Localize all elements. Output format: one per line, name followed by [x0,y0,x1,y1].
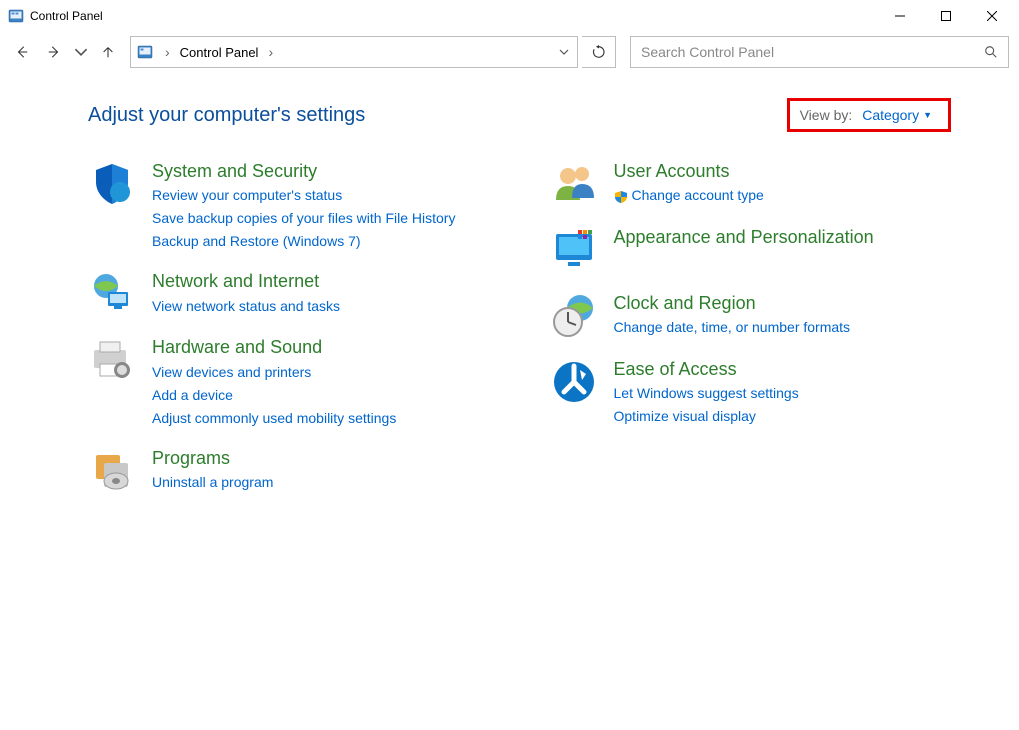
category-title[interactable]: Clock and Region [614,292,851,315]
printer-icon [88,336,136,384]
refresh-button[interactable] [582,36,616,68]
clock-globe-icon [550,292,598,340]
back-button[interactable] [8,38,36,66]
link-uninstall[interactable]: Uninstall a program [152,472,273,493]
window-controls [877,0,1015,32]
content-area: Adjust your computer's settings View by:… [0,72,1019,495]
view-by-highlight: View by: Category ▼ [787,98,951,132]
link-change-account-type[interactable]: Change account type [614,185,764,206]
link-devices-printers[interactable]: View devices and printers [152,362,396,383]
category-hardware: Hardware and Sound View devices and prin… [88,336,510,428]
link-review-status[interactable]: Review your computer's status [152,185,455,206]
address-bar[interactable]: › Control Panel › [130,36,578,68]
view-by-value: Category [862,107,919,123]
category-ease-of-access: Ease of Access Let Windows suggest setti… [550,358,972,427]
link-backup-restore[interactable]: Backup and Restore (Windows 7) [152,231,455,252]
ease-of-access-icon [550,358,598,406]
breadcrumb-root[interactable]: Control Panel [176,37,263,67]
category-title[interactable]: Hardware and Sound [152,336,396,359]
users-icon [550,160,598,208]
category-user-accounts: User Accounts Change account type [550,160,972,208]
link-mobility[interactable]: Adjust commonly used mobility settings [152,408,396,429]
category-appearance: Appearance and Personalization [550,226,972,274]
view-by-label: View by: [800,107,853,123]
category-title[interactable]: System and Security [152,160,455,183]
chevron-right-icon[interactable]: › [159,37,176,67]
programs-icon [88,447,136,495]
close-button[interactable] [969,0,1015,32]
category-system-security: System and Security Review your computer… [88,160,510,252]
page-heading: Adjust your computer's settings [88,104,365,127]
search-box[interactable] [630,36,1009,68]
up-button[interactable] [94,38,122,66]
address-dropdown[interactable] [551,37,577,67]
shield-icon [88,160,136,208]
recent-dropdown[interactable] [72,38,90,66]
link-add-device[interactable]: Add a device [152,385,396,406]
title-bar: Control Panel [0,0,1019,32]
search-input[interactable] [631,37,974,67]
control-panel-icon [8,8,24,24]
minimize-button[interactable] [877,0,923,32]
navigation-bar: › Control Panel › [0,32,1019,72]
link-file-history[interactable]: Save backup copies of your files with Fi… [152,208,455,229]
window-title: Control Panel [30,9,103,23]
link-suggest-settings[interactable]: Let Windows suggest settings [614,383,799,404]
control-panel-icon [131,37,159,67]
monitor-icon [550,226,598,274]
category-title[interactable]: Network and Internet [152,270,340,293]
network-icon [88,270,136,318]
category-programs: Programs Uninstall a program [88,447,510,495]
chevron-right-icon[interactable]: › [262,37,279,67]
link-network-status[interactable]: View network status and tasks [152,296,340,317]
link-date-time-formats[interactable]: Change date, time, or number formats [614,317,851,338]
category-title[interactable]: Programs [152,447,273,470]
category-network: Network and Internet View network status… [88,270,510,318]
maximize-button[interactable] [923,0,969,32]
category-title[interactable]: User Accounts [614,160,764,183]
category-clock: Clock and Region Change date, time, or n… [550,292,972,340]
caret-down-icon: ▼ [923,110,932,120]
forward-button[interactable] [40,38,68,66]
category-title[interactable]: Appearance and Personalization [614,226,874,249]
search-icon[interactable] [974,45,1008,59]
uac-shield-icon [614,189,628,203]
category-title[interactable]: Ease of Access [614,358,799,381]
link-optimize-display[interactable]: Optimize visual display [614,406,799,427]
view-by-dropdown[interactable]: Category ▼ [862,107,932,123]
